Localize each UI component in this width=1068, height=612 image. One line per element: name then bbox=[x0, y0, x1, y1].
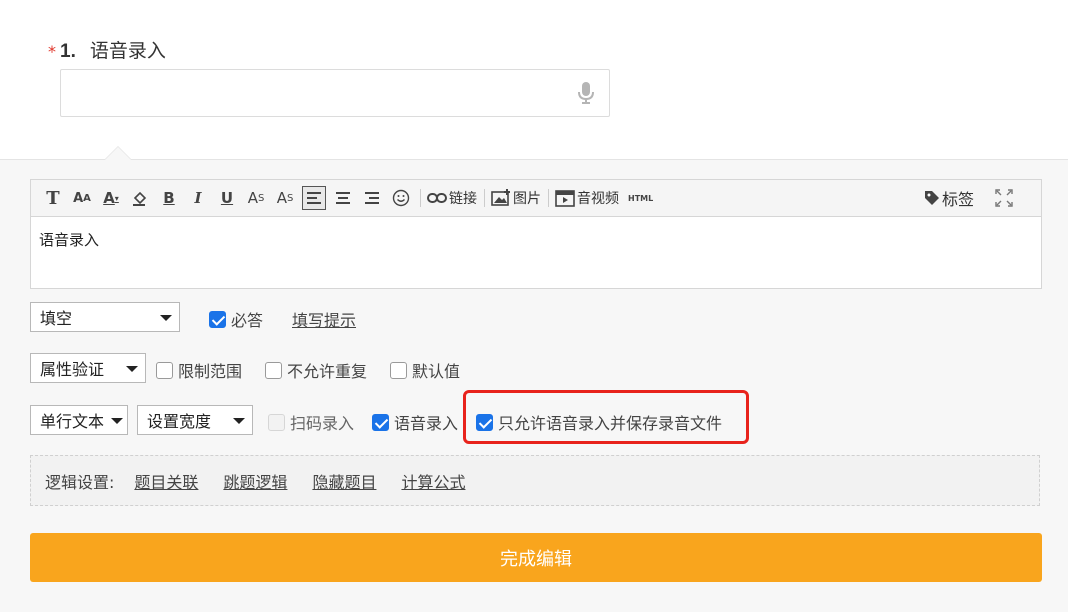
emoji-icon[interactable] bbox=[389, 186, 413, 210]
checkbox-checked[interactable] bbox=[209, 310, 226, 328]
voice-input-label: 语音录入 bbox=[394, 414, 459, 433]
microphone-icon[interactable] bbox=[577, 81, 595, 105]
question-preview: * 1. 语音录入 bbox=[0, 0, 1068, 159]
superscript-icon[interactable]: AS bbox=[273, 186, 297, 210]
chevron-down-icon bbox=[233, 418, 245, 424]
image-label: 图片 bbox=[513, 191, 541, 207]
tag-button[interactable]: 标签 bbox=[924, 186, 974, 210]
editor-content[interactable]: 语音录入 bbox=[31, 217, 1041, 262]
voice-answer-input[interactable] bbox=[60, 69, 610, 117]
align-center-icon[interactable] bbox=[331, 186, 355, 210]
italic-icon[interactable]: I bbox=[186, 186, 210, 210]
chevron-down-icon bbox=[126, 366, 138, 372]
formula-link[interactable]: 计算公式 bbox=[401, 469, 465, 493]
checkbox-unchecked[interactable] bbox=[265, 361, 282, 379]
link-icon bbox=[427, 193, 447, 203]
question-title: * 1. 语音录入 bbox=[48, 36, 166, 63]
required-mark: * bbox=[48, 42, 56, 61]
required-label: 必答 bbox=[231, 311, 264, 330]
voice-input-checkbox[interactable]: 语音录入 bbox=[372, 410, 458, 434]
checkbox-checked[interactable] bbox=[372, 413, 389, 431]
no-repeat-checkbox[interactable]: 不允许重复 bbox=[265, 358, 367, 382]
html-label: HTML bbox=[628, 193, 654, 203]
bold-icon[interactable]: B bbox=[157, 186, 181, 210]
required-checkbox[interactable]: 必答 bbox=[209, 307, 263, 331]
subscript-icon[interactable]: AS bbox=[244, 186, 268, 210]
question-type-select[interactable]: 填空 bbox=[30, 302, 180, 332]
finish-edit-button[interactable]: 完成编辑 bbox=[30, 533, 1042, 582]
validation-value: 属性验证 bbox=[40, 362, 105, 379]
hide-question-link[interactable]: 隐藏题目 bbox=[312, 469, 376, 493]
media-label: 音视频 bbox=[577, 191, 619, 207]
text-type-select[interactable]: 单行文本 bbox=[30, 405, 128, 435]
logic-settings-bar: 逻辑设置: 题目关联 跳题逻辑 隐藏题目 计算公式 bbox=[30, 455, 1040, 506]
background-color-icon[interactable] bbox=[128, 186, 152, 210]
tag-label: 标签 bbox=[941, 190, 974, 209]
question-association-link[interactable]: 题目关联 bbox=[134, 469, 198, 493]
font-size-icon[interactable]: AA bbox=[70, 186, 94, 210]
image-icon bbox=[491, 189, 510, 206]
editor-toolbar: T AA A ▾ B I U AS AS 链接 图片 音视频 HTML 标签 bbox=[31, 180, 1041, 217]
default-value-label: 默认值 bbox=[412, 362, 461, 381]
fill-hint-link[interactable]: 填写提示 bbox=[292, 307, 356, 331]
highlight-box bbox=[463, 390, 749, 444]
video-icon bbox=[555, 190, 575, 207]
default-value-checkbox[interactable]: 默认值 bbox=[390, 358, 460, 382]
media-button[interactable]: 音视频 bbox=[555, 186, 619, 210]
skip-logic-link[interactable]: 跳题逻辑 bbox=[223, 469, 287, 493]
checkbox-disabled bbox=[268, 413, 285, 431]
checkbox-unchecked[interactable] bbox=[390, 361, 407, 379]
scan-input-label: 扫码录入 bbox=[290, 414, 355, 433]
align-right-icon[interactable] bbox=[360, 186, 384, 210]
chevron-down-icon bbox=[160, 315, 172, 321]
scan-input-checkbox: 扫码录入 bbox=[268, 410, 354, 434]
width-select[interactable]: 设置宽度 bbox=[137, 405, 253, 435]
no-repeat-label: 不允许重复 bbox=[287, 362, 368, 381]
link-label: 链接 bbox=[449, 191, 477, 207]
logic-settings-label: 逻辑设置: bbox=[45, 472, 115, 492]
width-value: 设置宽度 bbox=[147, 414, 212, 431]
question-number: 1. bbox=[60, 41, 76, 62]
attribute-validation-select[interactable]: 属性验证 bbox=[30, 353, 146, 383]
fullscreen-icon[interactable] bbox=[992, 186, 1016, 210]
chevron-down-icon bbox=[111, 418, 123, 424]
text-type-value: 单行文本 bbox=[40, 414, 105, 431]
question-type-value: 填空 bbox=[40, 311, 73, 328]
question-title-text: 语音录入 bbox=[89, 40, 166, 62]
checkbox-unchecked[interactable] bbox=[156, 361, 173, 379]
link-button[interactable]: 链接 bbox=[427, 186, 477, 210]
limit-range-label: 限制范围 bbox=[178, 362, 243, 381]
tag-icon bbox=[924, 191, 939, 205]
rich-text-editor[interactable]: T AA A ▾ B I U AS AS 链接 图片 音视频 HTML 标签 语… bbox=[30, 179, 1042, 289]
html-button[interactable]: HTML bbox=[628, 186, 653, 210]
text-style-icon[interactable]: T bbox=[41, 186, 65, 210]
align-left-icon[interactable] bbox=[302, 186, 326, 210]
font-color-icon[interactable]: A ▾ bbox=[99, 186, 123, 210]
limit-range-checkbox[interactable]: 限制范围 bbox=[156, 358, 242, 382]
image-button[interactable]: 图片 bbox=[491, 186, 541, 210]
underline-icon[interactable]: U bbox=[215, 186, 239, 210]
